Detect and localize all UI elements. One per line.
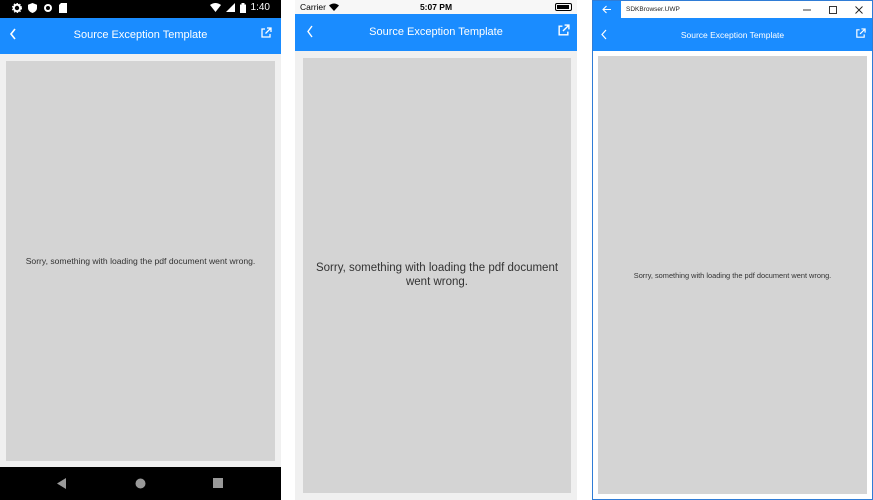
app-title: SDKBrowser.UWP [626, 6, 680, 13]
error-message: Sorry, something with loading the pdf do… [25, 256, 256, 266]
page-title: Source Exception Template [369, 26, 503, 38]
page-title: Source Exception Template [73, 29, 208, 41]
minimize-icon [803, 9, 811, 10]
maximize-icon [829, 5, 837, 14]
window-titlebar: SDKBrowser.UWP [593, 1, 872, 18]
android-system-nav [0, 467, 281, 500]
error-message: Sorry, something with loading the pdf do… [633, 270, 832, 280]
battery-icon [555, 3, 572, 11]
android-panel: 1:40 Source Exception Template Sorry, so… [0, 0, 281, 500]
minimize-button[interactable] [794, 1, 820, 18]
gear-icon [12, 3, 22, 13]
home-circle-icon[interactable] [135, 478, 146, 489]
external-link-icon[interactable] [557, 24, 570, 37]
status-time: 5:07 PM [419, 2, 453, 12]
ios-panel: Carrier 5:07 PM Source Exception Templat… [295, 0, 577, 500]
external-link-icon[interactable] [855, 28, 866, 39]
uwp-panel: SDKBrowser.UWP Source Exception Template… [592, 0, 873, 500]
status-time: 1:40 [250, 2, 270, 13]
ios-nav-bar: Source Exception Template [295, 14, 577, 51]
window-back-button[interactable] [593, 1, 621, 18]
battery-icon [239, 2, 246, 13]
pdf-viewer-area: Sorry, something with loading the pdf do… [598, 56, 867, 494]
android-nav-bar: Source Exception Template [0, 18, 281, 54]
circle-icon [44, 4, 52, 12]
recents-square-icon[interactable] [213, 478, 223, 488]
ios-status-bar: Carrier 5:07 PM [295, 0, 577, 14]
sd-card-icon [59, 3, 67, 13]
arrow-left-icon [602, 5, 611, 14]
external-link-icon[interactable] [260, 27, 272, 39]
uwp-nav-bar: Source Exception Template [593, 18, 872, 51]
android-status-bar: 1:40 [0, 0, 281, 18]
close-icon [855, 5, 863, 14]
maximize-button[interactable] [820, 1, 846, 18]
close-button[interactable] [846, 1, 872, 18]
back-triangle-icon[interactable] [57, 478, 67, 489]
shield-icon [28, 3, 37, 13]
pdf-viewer-area: Sorry, something with loading the pdf do… [303, 58, 571, 493]
pdf-viewer-area: Sorry, something with loading the pdf do… [6, 61, 275, 461]
error-message: Sorry, something with loading the pdf do… [315, 261, 559, 288]
page-title: Source Exception Template [680, 30, 785, 40]
signal-icon [225, 3, 235, 12]
wifi-icon [209, 3, 221, 12]
